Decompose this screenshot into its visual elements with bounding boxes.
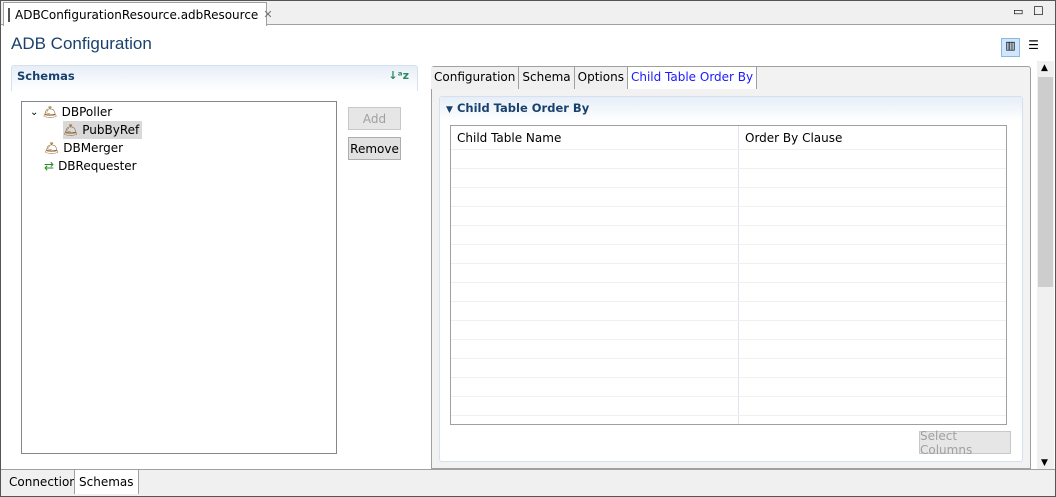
schema-tree: ⌄ 🛎 DBPoller 🛎 PubByRef 🛎 DBMerger ⇄ DBReques… (21, 101, 337, 454)
poller-icon: 🛎 (42, 105, 58, 119)
tab-schemas[interactable]: Schemas (74, 470, 139, 494)
sort-az-icon[interactable]: ↓ᵃz (388, 69, 409, 82)
collapse-triangle-icon[interactable]: ▼ (446, 105, 453, 115)
scroll-up-icon[interactable]: ▲ (1041, 63, 1048, 73)
editor-tab-label: ADBConfigurationResource.adbResource (15, 7, 259, 22)
close-icon[interactable]: ✕ (263, 8, 272, 21)
table-row-line (451, 149, 1006, 150)
merger-icon: 🛎 (44, 141, 60, 155)
table-row-line (451, 187, 1006, 188)
table-row-line (451, 206, 1006, 207)
poller-icon: 🛎 (63, 123, 79, 137)
tab-configuration[interactable]: Configuration (431, 67, 520, 89)
tab-bar: Configuration Schema Options Child Table… (431, 67, 758, 89)
table-row-line (451, 415, 1006, 416)
table-row-line (451, 339, 1006, 340)
select-columns-button[interactable]: Select Columns (919, 429, 1011, 457)
tree-item-label: PubByRef (82, 123, 140, 137)
tree-item-dbrequester[interactable]: ⇄ DBRequester (44, 157, 137, 175)
tab-connection[interactable]: Connection (5, 470, 82, 494)
table-row-line (451, 168, 1006, 169)
tab-options[interactable]: Options (574, 67, 628, 89)
order-by-table: Child Table Name Order By Clause (450, 125, 1007, 425)
requester-icon: ⇄ (44, 159, 55, 173)
schemas-title: Schemas (17, 69, 75, 83)
editor-tab[interactable]: ADBConfigurationResource.adbResource ✕ (3, 2, 273, 26)
table-row-line (451, 225, 1006, 226)
maximize-icon[interactable]: ☐ (1033, 4, 1044, 18)
tab-child-table-order-by[interactable]: Child Table Order By (627, 67, 758, 89)
column-header-child-table-name[interactable]: Child Table Name (457, 131, 561, 145)
table-row-line (451, 244, 1006, 245)
scroll-thumb[interactable] (1038, 77, 1053, 287)
section-header[interactable]: ▼ Child Table Order By (440, 97, 1022, 121)
tree-item-label: DBPoller (61, 105, 113, 119)
table-row-line (451, 301, 1006, 302)
chevron-down-icon[interactable]: ⌄ (30, 107, 38, 118)
table-row-line (451, 263, 1006, 264)
schemas-section-header: Schemas ↓ᵃz (11, 65, 418, 91)
minimize-icon[interactable]: ▭ (1013, 5, 1023, 18)
tree-item-label: DBRequester (58, 159, 137, 173)
tree-item-pubbyref[interactable]: 🛎 PubByRef (63, 121, 143, 139)
horizontal-layout-icon[interactable]: ▥ (1001, 38, 1020, 57)
table-row-line (451, 377, 1006, 378)
tree-item-dbpoller[interactable]: ⌄ 🛎 DBPoller (30, 103, 112, 121)
section-title: Child Table Order By (456, 101, 590, 115)
table-row-line (451, 396, 1006, 397)
vertical-scrollbar[interactable]: ▲ ▼ (1037, 61, 1054, 470)
tree-item-label: DBMerger (63, 141, 124, 155)
page-title: ADB Configuration (11, 34, 152, 53)
tree-item-dbmerger[interactable]: 🛎 DBMerger (44, 139, 123, 157)
column-divider (738, 126, 739, 424)
remove-button[interactable]: Remove (348, 137, 401, 160)
vertical-layout-icon[interactable]: ☰ (1024, 38, 1043, 57)
tab-schema[interactable]: Schema (519, 67, 575, 89)
bottom-tab-bar: Connection Schemas (1, 469, 1055, 496)
column-header-order-by-clause[interactable]: Order By Clause (745, 131, 842, 145)
table-row-line (451, 358, 1006, 359)
editor-tab-bar: ADBConfigurationResource.adbResource ✕ ▭… (1, 1, 1055, 26)
scroll-down-icon[interactable]: ▼ (1041, 458, 1048, 468)
add-button[interactable]: Add (348, 107, 401, 130)
resource-file-icon (8, 7, 10, 22)
editor-window: ADBConfigurationResource.adbResource ✕ ▭… (0, 0, 1056, 497)
table-row-line (451, 282, 1006, 283)
table-row-line (451, 320, 1006, 321)
